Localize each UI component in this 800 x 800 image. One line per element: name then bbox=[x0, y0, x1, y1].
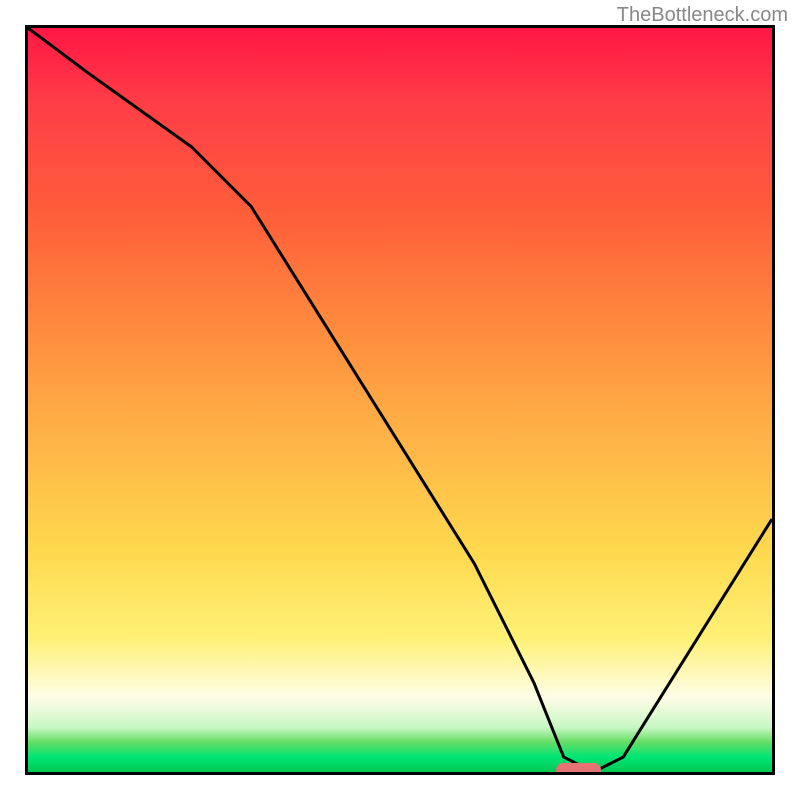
bottleneck-curve bbox=[28, 28, 772, 772]
chart-container: TheBottleneck.com bbox=[0, 0, 800, 800]
optimal-marker bbox=[556, 763, 601, 775]
watermark-text: TheBottleneck.com bbox=[617, 4, 788, 27]
plot-area bbox=[25, 25, 775, 775]
